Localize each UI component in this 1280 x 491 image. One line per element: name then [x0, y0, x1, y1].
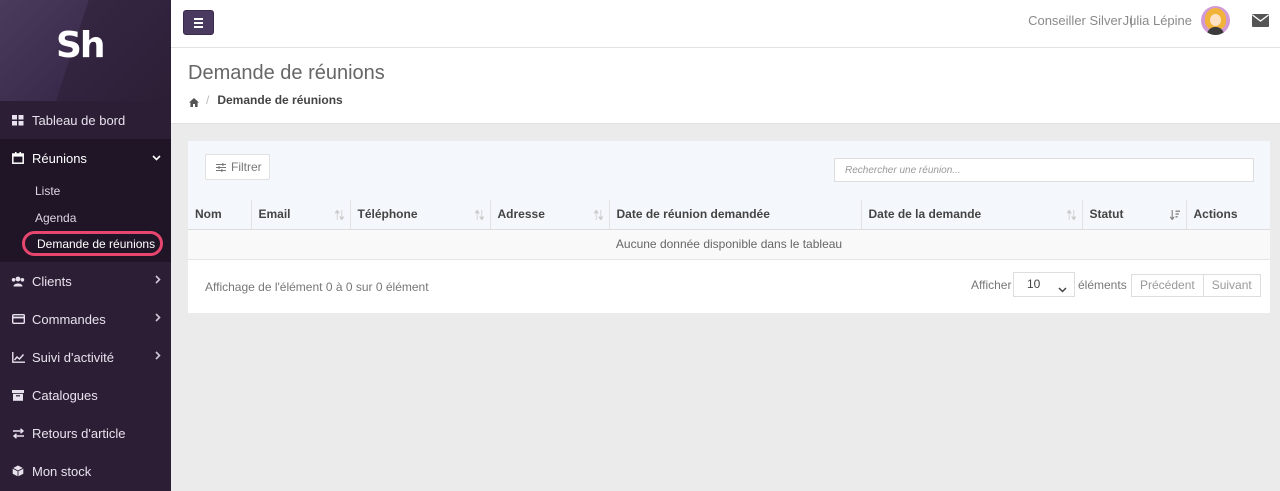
- chevron-right-icon: [155, 313, 161, 325]
- table-row-empty: Aucune donnée disponible dans le tableau: [188, 229, 1270, 260]
- pagination: Précédent Suivant: [1131, 273, 1261, 297]
- sidebar-item-commandes[interactable]: Commandes: [0, 300, 171, 338]
- sidebar-item-label: Réunions: [32, 150, 87, 166]
- column-header-email[interactable]: Email: [251, 200, 351, 230]
- page-length-value: 10: [1027, 277, 1041, 291]
- chevron-right-icon: [155, 275, 161, 287]
- avatar[interactable]: [1201, 6, 1230, 35]
- sidebar-item-mon-stock[interactable]: Mon stock: [0, 452, 171, 490]
- breadcrumb-separator: /: [206, 93, 210, 107]
- next-page-button[interactable]: Suivant: [1204, 275, 1260, 296]
- column-header-date-demande[interactable]: Date de la demande: [861, 200, 1083, 230]
- sidebar-item-suivi-activite[interactable]: Suivi d'activité: [0, 338, 171, 376]
- sidebar-item-label: Retours d'article: [32, 425, 126, 441]
- page-length-suffix: éléments: [1078, 277, 1127, 292]
- app-logo[interactable]: Sh: [56, 26, 106, 66]
- sort-icon: [592, 209, 604, 223]
- sort-icon: [333, 209, 345, 223]
- sidebar-nav: Tableau de bord Réunions: [0, 101, 171, 177]
- sidebar-subitem-agenda[interactable]: Agenda: [0, 204, 171, 231]
- sort-desc-icon: [1169, 209, 1180, 223]
- page-length-select[interactable]: 10: [1013, 271, 1075, 297]
- chart-line-icon: [11, 351, 25, 363]
- previous-page-button[interactable]: Précédent: [1132, 274, 1204, 296]
- user-name[interactable]: Julia Lépine: [1123, 13, 1192, 28]
- table-header-row: Nom Email Téléphone Adresse Date de réun…: [188, 200, 1270, 230]
- table-footer: Affichage de l'élément 0 à 0 sur 0 éléme…: [188, 260, 1270, 314]
- search-input[interactable]: [834, 158, 1254, 182]
- topbar: Conseiller Silver | Julia Lépine: [171, 0, 1280, 48]
- breadcrumb: / Demande de réunions: [189, 93, 343, 107]
- column-header-date-reunion-demandee[interactable]: Date de réunion demandée: [609, 200, 862, 230]
- sidebar-submenu-reunions: Liste Agenda Demande de réunions: [0, 177, 171, 262]
- sidebar-item-label: Catalogues: [32, 387, 98, 403]
- archive-icon: [11, 389, 25, 401]
- chevron-right-icon: [155, 351, 161, 363]
- sidebar-item-label: Mon stock: [32, 463, 92, 479]
- table-toolbar: Filtrer: [188, 141, 1270, 200]
- users-icon: [11, 275, 25, 287]
- sidebar-item-reunions[interactable]: Réunions: [0, 139, 171, 177]
- home-icon[interactable]: [189, 96, 199, 107]
- sort-icon: [473, 209, 485, 223]
- user-role: Conseiller Silver: [1028, 13, 1122, 28]
- envelope-icon[interactable]: [1252, 14, 1269, 27]
- sort-icon: [1065, 209, 1077, 223]
- logo-area: Sh: [0, 0, 171, 101]
- table-info: Affichage de l'élément 0 à 0 sur 0 éléme…: [205, 279, 429, 294]
- sidebar-item-retours-article[interactable]: Retours d'article: [0, 414, 171, 452]
- column-header-actions: Actions: [1186, 200, 1270, 230]
- filter-button[interactable]: Filtrer: [205, 154, 270, 180]
- calendar-icon: [11, 152, 25, 164]
- meeting-requests-card: Filtrer Nom Email Téléphone Adresse Date…: [188, 141, 1270, 313]
- cube-icon: [11, 465, 25, 477]
- filter-label: Filtrer: [231, 160, 262, 174]
- exchange-icon: [11, 427, 25, 439]
- sidebar-subitem-demande-de-reunions[interactable]: Demande de réunions: [22, 231, 163, 256]
- sidebar-item-catalogues[interactable]: Catalogues: [0, 376, 171, 414]
- sidebar-item-label: Commandes: [32, 311, 106, 327]
- grid-icon: [11, 114, 25, 126]
- sidebar-item-label: Suivi d'activité: [32, 349, 114, 365]
- hamburger-icon: [194, 17, 203, 20]
- meeting-requests-table: Nom Email Téléphone Adresse Date de réun…: [188, 200, 1270, 260]
- page-header: Demande de réunions / Demande de réunion…: [171, 48, 1280, 124]
- column-header-nom[interactable]: Nom: [188, 200, 252, 230]
- column-header-adresse[interactable]: Adresse: [490, 200, 610, 230]
- sliders-icon: [216, 162, 226, 172]
- column-header-telephone[interactable]: Téléphone: [350, 200, 491, 230]
- sidebar-item-clients[interactable]: Clients: [0, 262, 171, 300]
- card-icon: [11, 313, 25, 325]
- chevron-down-icon: [152, 152, 161, 164]
- column-header-statut[interactable]: Statut: [1082, 200, 1187, 230]
- breadcrumb-current: Demande de réunions: [217, 93, 343, 107]
- page-title: Demande de réunions: [188, 62, 385, 84]
- sidebar-item-tableau-de-bord[interactable]: Tableau de bord: [0, 101, 171, 139]
- sidebar-item-label: Tableau de bord: [32, 112, 126, 128]
- sidebar-item-label: Clients: [32, 273, 72, 289]
- empty-table-message: Aucune donnée disponible dans le tableau: [188, 229, 1270, 260]
- chevron-down-icon: [1058, 282, 1067, 296]
- sidebar-nav-more: Clients Commandes Suivi d'activité Catal…: [0, 262, 171, 490]
- sidebar: Sh Tableau de bord Réunions Liste Agenda…: [0, 0, 171, 491]
- page-length-label: Afficher: [971, 277, 1012, 292]
- menu-toggle-button[interactable]: [183, 10, 214, 35]
- sidebar-subitem-liste[interactable]: Liste: [0, 177, 171, 204]
